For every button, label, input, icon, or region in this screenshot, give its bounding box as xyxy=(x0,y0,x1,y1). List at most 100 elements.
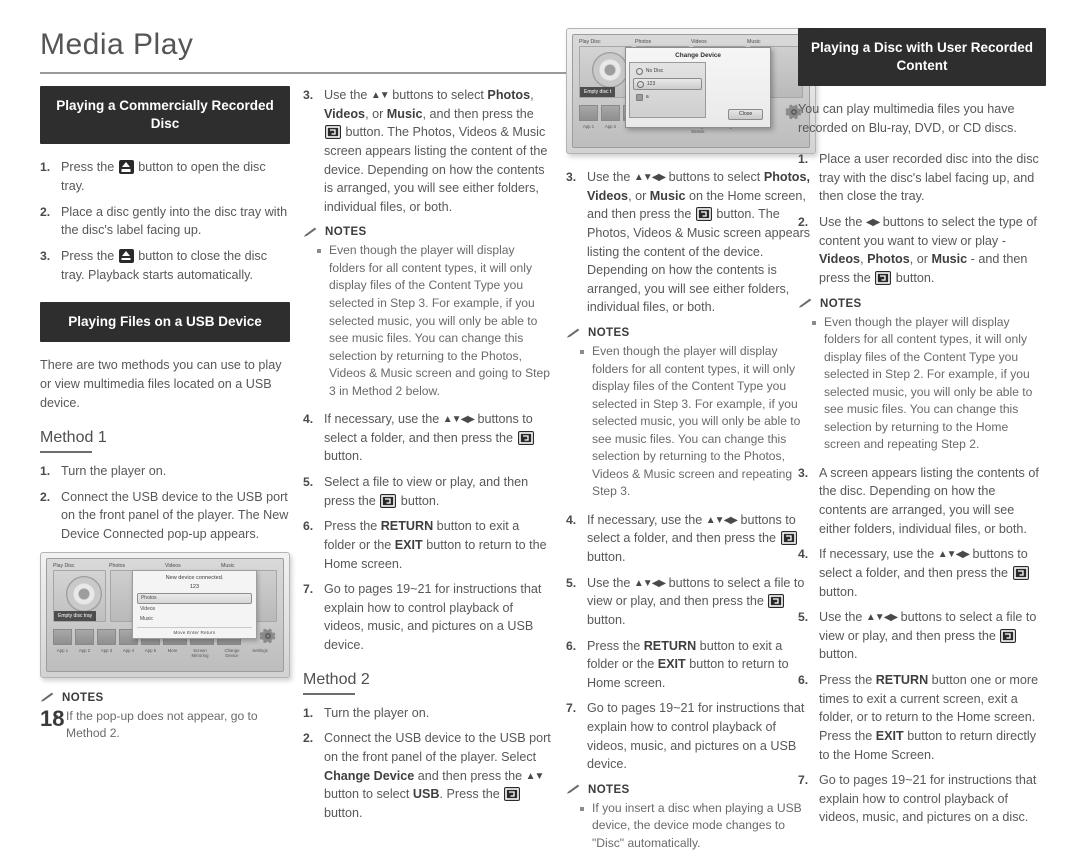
step-item: 4. If necessary, use the ▲▼◀▶ buttons to… xyxy=(798,545,1046,601)
step-item: 1. Turn the player on. xyxy=(40,462,290,481)
tv-popup-title: New device connected. xyxy=(165,574,224,581)
tv-tab-music: Music xyxy=(221,562,235,569)
step-text: A screen appears listing the contents of… xyxy=(819,465,1039,536)
steps-method2-rest: 4. If necessary, use the ▲▼◀▶ buttons to… xyxy=(566,511,816,774)
notes-list: Even though the player will display fold… xyxy=(566,343,816,501)
column-2: 3. Use the ▲▼ buttons to select Photos, … xyxy=(303,86,553,829)
notes-heading: NOTES xyxy=(566,784,816,796)
tv-popup-row-music: Music xyxy=(139,616,154,623)
step-text: Use the ▲▼ buttons to select Photos, Vid… xyxy=(324,88,548,214)
notes-heading: NOTES xyxy=(798,298,1046,310)
step-text: Press the RETURN button one or more time… xyxy=(819,673,1039,762)
step-number: 3. xyxy=(566,170,577,184)
disc-icon xyxy=(592,52,628,88)
tv-tab-play-disc: Play Disc xyxy=(579,39,601,45)
step-number: 6. xyxy=(566,638,577,653)
tv-app-label: App 2 xyxy=(604,124,617,129)
notes-label: NOTES xyxy=(325,226,367,239)
tv-app-label: App 2 xyxy=(78,647,91,653)
tv-app-tile xyxy=(601,105,620,121)
notes-heading: NOTES xyxy=(566,327,816,339)
tv-tray-label: Empty disc tray xyxy=(54,610,97,621)
step-number: 4. xyxy=(303,412,314,427)
section-header-user-recorded: Playing a Disc with User Recorded Conten… xyxy=(798,28,1046,87)
dpad-arrows: ◀▶ xyxy=(865,217,880,229)
note-item: Even though the player will display fold… xyxy=(317,242,553,400)
tv-app-tile xyxy=(75,628,94,645)
step-number: 2. xyxy=(303,731,314,746)
step-item: 3. Press the button to close the disc tr… xyxy=(40,247,290,284)
tv-app-tile xyxy=(97,628,116,645)
enter-button-icon xyxy=(780,531,797,546)
tv-dialog-close-button[interactable]: Close xyxy=(727,108,764,120)
tv-app-label: App 5 xyxy=(144,647,157,653)
step-number: 6. xyxy=(303,519,314,534)
steps-method-2: 1. Turn the player on. 2. Connect the US… xyxy=(303,704,553,823)
note-item: Even though the player will display fold… xyxy=(580,343,816,501)
step-number: 5. xyxy=(566,575,577,590)
notes-list: Even though the player will display fold… xyxy=(303,242,553,400)
step-text: Connect the USB device to the USB port o… xyxy=(61,489,289,541)
step-number: 2. xyxy=(40,204,51,219)
manual-page: Media Play Playing a Commercially Record… xyxy=(0,0,1080,850)
step-item: 2. Place a disc gently into the disc tra… xyxy=(40,203,290,240)
tv-app-label: App 3 xyxy=(100,647,113,653)
tv-app-label: App 1 xyxy=(582,124,595,129)
method-1-heading: Method 1 xyxy=(40,429,107,447)
step-item: 1. Press the button to open the disc tra… xyxy=(40,158,290,195)
screenshot-change-device: Play Disc Photos Videos Music Empty disc… xyxy=(566,28,816,154)
step-text: Press the button to open the disc tray. xyxy=(61,160,266,194)
step-text: Go to pages 19~21 for instructions that … xyxy=(819,773,1037,825)
note-item: If the pop-up does not appear, go to Met… xyxy=(54,708,290,743)
dpad-arrows: ▲▼◀▶ xyxy=(633,172,666,183)
step-item: 1. Place a user recorded disc into the d… xyxy=(798,150,1046,206)
step-text: Turn the player on. xyxy=(61,464,167,479)
notes-list: If you insert a disc when playing a USB … xyxy=(566,800,816,853)
step-item: 2. Connect the USB device to the USB por… xyxy=(303,729,553,822)
tv-popup-footer-hints: Move Enter Return xyxy=(136,626,253,635)
eject-button-icon xyxy=(118,160,134,175)
screenshot-new-device-connected: Play Disc Photos Videos Music Empty disc… xyxy=(40,551,290,678)
folder-mini-icon xyxy=(635,93,643,101)
step-text: Go to pages 19~21 for instructions that … xyxy=(324,582,542,653)
tv-app-labels: App 1 App 2 App 3 App 4 App 5 More Scree… xyxy=(47,647,283,659)
notes-block-col3-second: NOTES If you insert a disc when playing … xyxy=(566,784,816,853)
dpad-arrows: ▲▼◀▶ xyxy=(865,612,898,624)
tv-app-label: More xyxy=(167,647,178,653)
usb-mini-icon xyxy=(636,80,644,88)
step-text: Press the RETURN button to exit a folder… xyxy=(324,519,547,571)
enter-button-icon xyxy=(768,594,785,609)
notes-heading: NOTES xyxy=(303,226,553,238)
dpad-arrows: ▲▼◀▶ xyxy=(442,414,475,426)
step-number: 1. xyxy=(40,464,51,479)
step-item: 3. Use the ▲▼ buttons to select Photos, … xyxy=(303,86,553,216)
tv-app-label: Settings xyxy=(252,647,268,653)
method-1-underline xyxy=(40,451,92,454)
step-item: 3. A screen appears listing the contents… xyxy=(798,464,1046,539)
step-text: Use the ▲▼◀▶ buttons to select a file to… xyxy=(587,575,805,627)
column-4: Playing a Disc with User Recorded Conten… xyxy=(798,28,1046,834)
pencil-icon xyxy=(303,227,317,237)
step-number: 3. xyxy=(40,248,51,263)
step-item: 7. Go to pages 19~21 for instructions th… xyxy=(303,580,553,655)
step-text: Use the ▲▼◀▶ buttons to select a file to… xyxy=(819,610,1037,662)
section-header-commercial-disc: Playing a Commercially Recorded Disc xyxy=(40,86,290,145)
eject-button-icon xyxy=(118,248,134,263)
step-number: 7. xyxy=(798,773,809,788)
notes-list: Even though the player will display fold… xyxy=(798,314,1046,454)
notes-label: NOTES xyxy=(62,691,104,704)
step-number: 6. xyxy=(798,673,809,688)
tv-app-label: App 1 xyxy=(56,647,69,653)
pencil-icon xyxy=(40,692,54,702)
step-number: 2. xyxy=(40,489,51,504)
step-item: 6. Press the RETURN button to exit a fol… xyxy=(303,517,553,573)
tv-tab-videos: Videos xyxy=(165,562,181,569)
steps-method2-continued: 3. Use the ▲▼◀▶ buttons to select Photos… xyxy=(566,168,816,317)
step-item: 4. If necessary, use the ▲▼◀▶ buttons to… xyxy=(566,511,816,567)
column-1: Playing a Commercially Recorded Disc 1. … xyxy=(40,86,290,753)
tv-screen: Play Disc Photos Videos Music Empty disc… xyxy=(46,557,284,672)
notes-list: If the pop-up does not appear, go to Met… xyxy=(40,708,290,743)
step-item: 3. Use the ▲▼◀▶ buttons to select Photos… xyxy=(566,168,816,317)
tv-tab-music: Music xyxy=(747,39,761,45)
dpad-arrows: ▲▼◀▶ xyxy=(633,577,666,589)
